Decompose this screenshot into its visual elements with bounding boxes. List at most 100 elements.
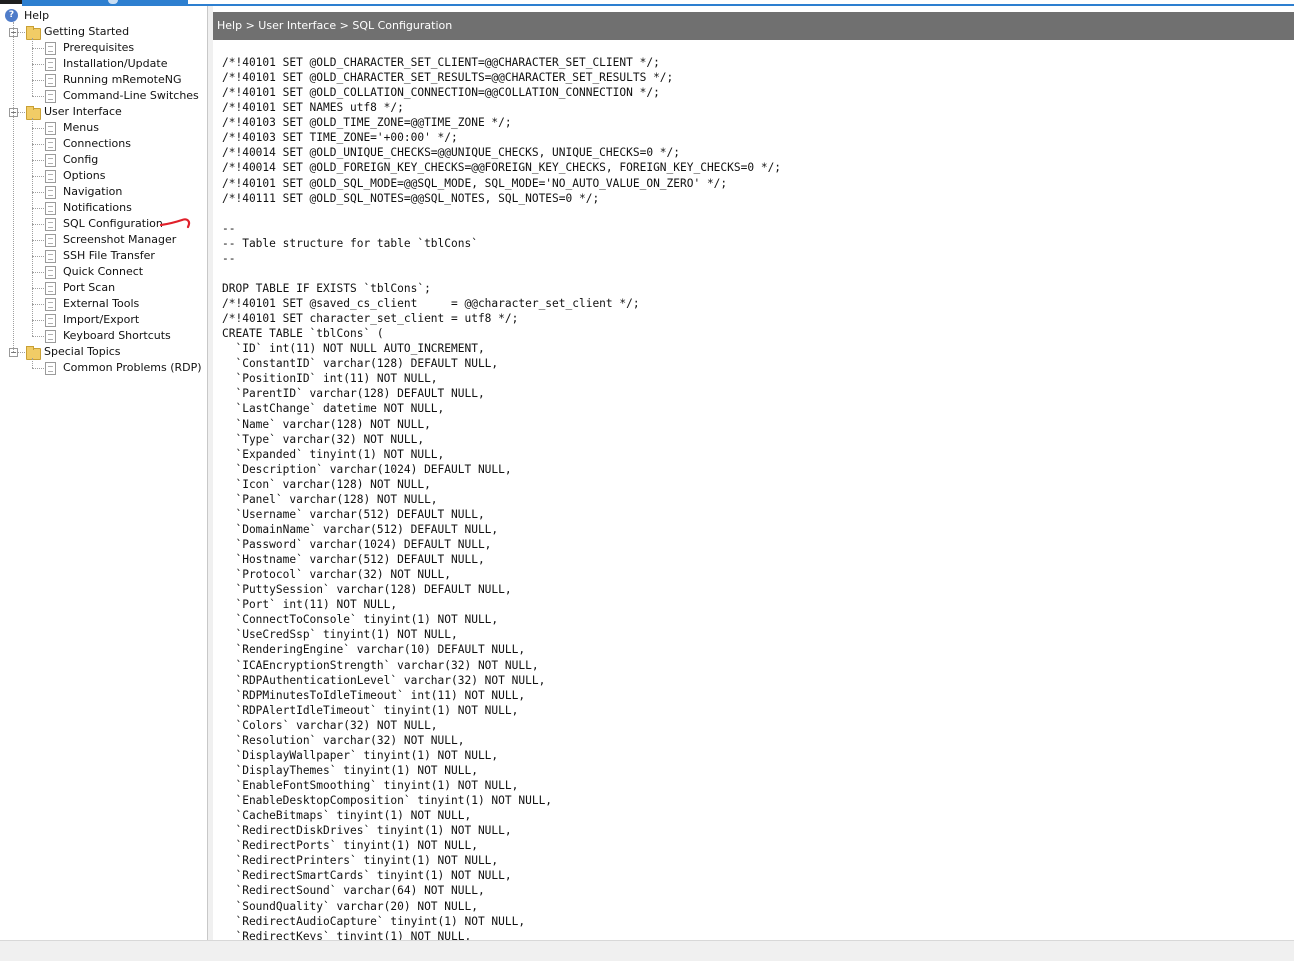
tree-group-special-topics[interactable]: − Special Topics [0, 344, 200, 360]
tree-item-running-mremoteng[interactable]: Running mRemoteNG [0, 72, 200, 88]
tree-group-user-interface[interactable]: − User Interface [0, 104, 200, 120]
tree-item-label: Prerequisites [63, 41, 135, 54]
code-line: `Password` varchar(1024) DEFAULT NULL, [222, 538, 492, 551]
code-line: `PositionID` int(11) NOT NULL, [222, 372, 438, 386]
code-line: -- [222, 221, 236, 235]
code-line: `Name` varchar(128) NOT NULL, [222, 417, 431, 431]
breadcrumb-separator: > [336, 19, 353, 32]
tree-item-label: Options [63, 169, 106, 182]
tree-group-label: Getting Started [44, 25, 130, 38]
tree-connector [32, 240, 44, 241]
tree-connector [32, 368, 44, 369]
page-icon [45, 74, 56, 87]
code-line: `DisplayThemes` tinyint(1) NOT NULL, [222, 763, 478, 777]
code-line: `SoundQuality` varchar(20) NOT NULL, [222, 899, 478, 913]
tree-item-label: SQL Configuration [63, 217, 163, 230]
sql-code-block: /*!40101 SET @OLD_CHARACTER_SET_CLIENT=@… [222, 55, 781, 940]
code-line: /*!40101 SET @saved_cs_client = @@charac… [222, 297, 640, 310]
tree-item-import-export[interactable]: Import/Export [0, 312, 200, 328]
code-line: `RDPAuthenticationLevel` varchar(32) NOT… [222, 673, 546, 687]
code-line: `RedirectDiskDrives` tinyint(1) NOT NULL… [222, 824, 512, 838]
page-icon [45, 282, 56, 295]
code-line: /*!40111 SET @OLD_SQL_NOTES=@@SQL_NOTES,… [222, 191, 600, 205]
tree-connector [32, 128, 44, 129]
tree-item-label: Menus [63, 121, 99, 134]
tree-item-navigation[interactable]: Navigation [0, 184, 200, 200]
tree-connector [32, 38, 33, 96]
code-line: /*!40101 SET @OLD_CHARACTER_SET_RESULTS=… [222, 71, 674, 85]
tree-item-keyboard-shortcuts[interactable]: Keyboard Shortcuts [0, 328, 200, 344]
tree-group-label: User Interface [44, 105, 122, 118]
tree-connector [32, 176, 44, 177]
tree-connector [13, 22, 14, 352]
folder-icon [26, 26, 41, 40]
code-line: `UseCredSsp` tinyint(1) NOT NULL, [222, 628, 458, 642]
tree-item-quick-connect[interactable]: Quick Connect [0, 264, 200, 280]
tree-item-command-line-switches[interactable]: Command-Line Switches [0, 88, 200, 104]
tree-item-common-problems-rdp[interactable]: Common Problems (RDP) [0, 360, 202, 376]
tree-connector [32, 144, 44, 145]
tree-item-prerequisites[interactable]: Prerequisites [0, 40, 200, 56]
code-line: `RedirectKeys` tinyint(1) NOT NULL, [222, 929, 472, 940]
help-content-pane[interactable]: Help > User Interface > SQL Configuratio… [213, 6, 1294, 940]
code-line: `RedirectSound` varchar(64) NOT NULL, [222, 884, 485, 898]
code-line: /*!40101 SET @OLD_COLLATION_CONNECTION=@… [222, 86, 660, 100]
code-line: `Panel` varchar(128) NOT NULL, [222, 492, 438, 506]
status-bar [0, 940, 1294, 961]
tree-item-screenshot-manager[interactable]: Screenshot Manager [0, 232, 200, 248]
tree-connector [32, 64, 44, 65]
tree-item-installation-update[interactable]: Installation/Update [0, 56, 200, 72]
breadcrumb-part[interactable]: User Interface [258, 19, 336, 32]
tab-icon [108, 0, 118, 4]
tree-item-label: Keyboard Shortcuts [63, 329, 171, 342]
page-icon [45, 298, 56, 311]
tree-item-label: Installation/Update [63, 57, 168, 70]
folder-icon [26, 106, 41, 120]
code-line: `RDPMinutesToIdleTimeout` int(11) NOT NU… [222, 688, 526, 702]
tree-item-label: Quick Connect [63, 265, 144, 278]
code-line: `Hostname` varchar(512) DEFAULT NULL, [222, 553, 485, 567]
tree-item-connections[interactable]: Connections [0, 136, 200, 152]
tree-group-label: Special Topics [44, 345, 121, 358]
tree-item-label: Import/Export [63, 313, 140, 326]
page-icon [45, 42, 56, 55]
tree-item-external-tools[interactable]: External Tools [0, 296, 200, 312]
tree-item-options[interactable]: Options [0, 168, 200, 184]
code-line: /*!40014 SET @OLD_FOREIGN_KEY_CHECKS=@@F… [222, 161, 782, 175]
folder-icon [26, 346, 41, 360]
code-line: `Type` varchar(32) NOT NULL, [222, 432, 425, 446]
code-line: /*!40101 SET @OLD_CHARACTER_SET_CLIENT=@… [222, 56, 660, 69]
tree-item-menus[interactable]: Menus [0, 120, 200, 136]
tree-item-notifications[interactable]: Notifications [0, 200, 200, 216]
tree-connector [32, 96, 44, 97]
help-tree[interactable]: ? Help − Getting Started Prerequisites Instal… [0, 6, 208, 940]
tree-connector [32, 48, 44, 49]
breadcrumb-part[interactable]: Help [217, 19, 242, 32]
code-line: `Protocol` varchar(32) NOT NULL, [222, 568, 452, 582]
tree-item-label: Connections [63, 137, 131, 150]
tree-item-label: Common Problems (RDP) [63, 361, 202, 374]
code-line: /*!40103 SET @OLD_TIME_ZONE=@@TIME_ZONE … [222, 116, 512, 130]
tree-connector [32, 336, 44, 337]
page-icon [45, 186, 56, 199]
tree-item-port-scan[interactable]: Port Scan [0, 280, 200, 296]
code-line: /*!40101 SET character_set_client = utf8… [222, 312, 519, 326]
code-line: /*!40103 SET TIME_ZONE='+00:00' */; [222, 131, 458, 145]
page-icon [45, 122, 56, 135]
dark-tab[interactable] [0, 0, 22, 4]
code-line: `RenderingEngine` varchar(10) DEFAULT NU… [222, 643, 526, 657]
page-icon [45, 138, 56, 151]
code-line: /*!40101 SET @OLD_SQL_MODE=@@SQL_MODE, S… [222, 176, 728, 190]
tree-connector [32, 118, 33, 336]
tree-connector [32, 160, 44, 161]
tree-item-ssh-file-transfer[interactable]: SSH File Transfer [0, 248, 200, 264]
tree-item-config[interactable]: Config [0, 152, 200, 168]
tree-group-getting-started[interactable]: − Getting Started [0, 24, 200, 40]
tree-connector [32, 80, 44, 81]
tree-item-label: External Tools [63, 297, 140, 310]
tree-item-label: Running mRemoteNG [63, 73, 182, 86]
code-line: `DomainName` varchar(512) DEFAULT NULL, [222, 522, 499, 536]
tree-item-label: SSH File Transfer [63, 249, 155, 262]
code-line: `RedirectPrinters` tinyint(1) NOT NULL, [222, 854, 499, 868]
tree-node-help[interactable]: ? Help [0, 8, 200, 24]
